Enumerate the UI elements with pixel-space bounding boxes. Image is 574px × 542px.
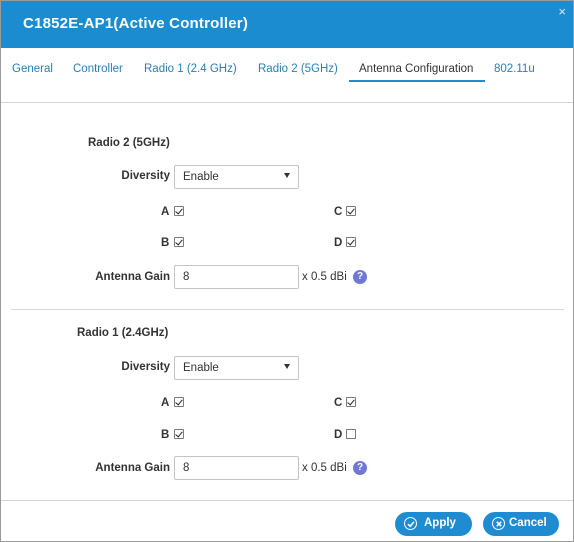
antenna-config-panel: Radio 2 (5GHz) Diversity Enable A C B D … — [1, 104, 573, 500]
radio2-diversity-select[interactable]: Enable — [174, 165, 299, 189]
radio2-antenna-b-label: B — [161, 237, 170, 249]
tab-antenna-configuration[interactable]: Antenna Configuration — [359, 63, 473, 75]
tab-radio-2[interactable]: Radio 2 (5GHz) — [258, 63, 338, 75]
radio1-antenna-d-label: D — [334, 429, 343, 441]
section-divider — [11, 309, 564, 310]
radio2-section-title: Radio 2 (5GHz) — [88, 137, 170, 149]
tab-general[interactable]: General — [12, 63, 53, 75]
radio1-diversity-value: Enable — [183, 362, 219, 374]
radio2-gain-unit: x 0.5 dBi — [302, 271, 347, 283]
cancel-button[interactable]: Cancel — [483, 512, 559, 536]
dialog-title: C1852E-AP1(Active Controller) — [23, 15, 249, 32]
cancel-circle-icon — [492, 517, 505, 530]
ap-config-dialog: C1852E-AP1(Active Controller) × General … — [0, 0, 574, 542]
radio2-gain-value: 8 — [183, 271, 190, 283]
tab-802-11u[interactable]: 802.11u — [494, 63, 535, 75]
help-icon[interactable]: ? — [353, 270, 367, 284]
radio1-antenna-c-checkbox[interactable] — [346, 397, 356, 407]
chevron-down-icon — [284, 364, 290, 369]
radio2-gain-input[interactable]: 8 — [174, 265, 299, 289]
radio2-antenna-a-label: A — [161, 206, 170, 218]
apply-button-label: Apply — [424, 517, 456, 529]
radio2-diversity-label: Diversity — [121, 170, 170, 182]
active-tab-indicator — [349, 80, 485, 82]
radio2-gain-label: Antenna Gain — [95, 271, 170, 283]
apply-button[interactable]: Apply — [395, 512, 472, 536]
cancel-button-label: Cancel — [509, 517, 547, 529]
dialog-footer: Apply Cancel — [1, 500, 573, 541]
radio2-antenna-c-checkbox[interactable] — [346, 206, 356, 216]
dialog-titlebar: C1852E-AP1(Active Controller) × — [1, 1, 573, 48]
check-circle-icon — [404, 517, 417, 530]
radio1-diversity-label: Diversity — [121, 361, 170, 373]
radio1-diversity-select[interactable]: Enable — [174, 356, 299, 380]
tab-radio-1[interactable]: Radio 1 (2.4 GHz) — [144, 63, 237, 75]
radio1-gain-input[interactable]: 8 — [174, 456, 299, 480]
radio2-antenna-d-checkbox[interactable] — [346, 237, 356, 247]
radio2-antenna-d-label: D — [334, 237, 343, 249]
radio2-diversity-value: Enable — [183, 171, 219, 183]
radio1-antenna-b-label: B — [161, 429, 170, 441]
tab-bar: General Controller Radio 1 (2.4 GHz) Rad… — [1, 48, 573, 103]
chevron-down-icon — [284, 173, 290, 178]
tab-controller[interactable]: Controller — [73, 63, 123, 75]
radio1-antenna-d-checkbox[interactable] — [346, 429, 356, 439]
help-icon[interactable]: ? — [353, 461, 367, 475]
radio2-antenna-a-checkbox[interactable] — [174, 206, 184, 216]
radio1-antenna-a-label: A — [161, 397, 170, 409]
radio1-section-title: Radio 1 (2.4GHz) — [77, 327, 169, 339]
radio1-gain-unit: x 0.5 dBi — [302, 462, 347, 474]
radio1-gain-value: 8 — [183, 462, 190, 474]
radio1-antenna-b-checkbox[interactable] — [174, 429, 184, 439]
close-icon[interactable]: × — [558, 4, 566, 19]
radio1-gain-label: Antenna Gain — [95, 462, 170, 474]
radio1-antenna-a-checkbox[interactable] — [174, 397, 184, 407]
radio2-antenna-b-checkbox[interactable] — [174, 237, 184, 247]
radio1-antenna-c-label: C — [334, 397, 343, 409]
radio2-antenna-c-label: C — [334, 206, 343, 218]
